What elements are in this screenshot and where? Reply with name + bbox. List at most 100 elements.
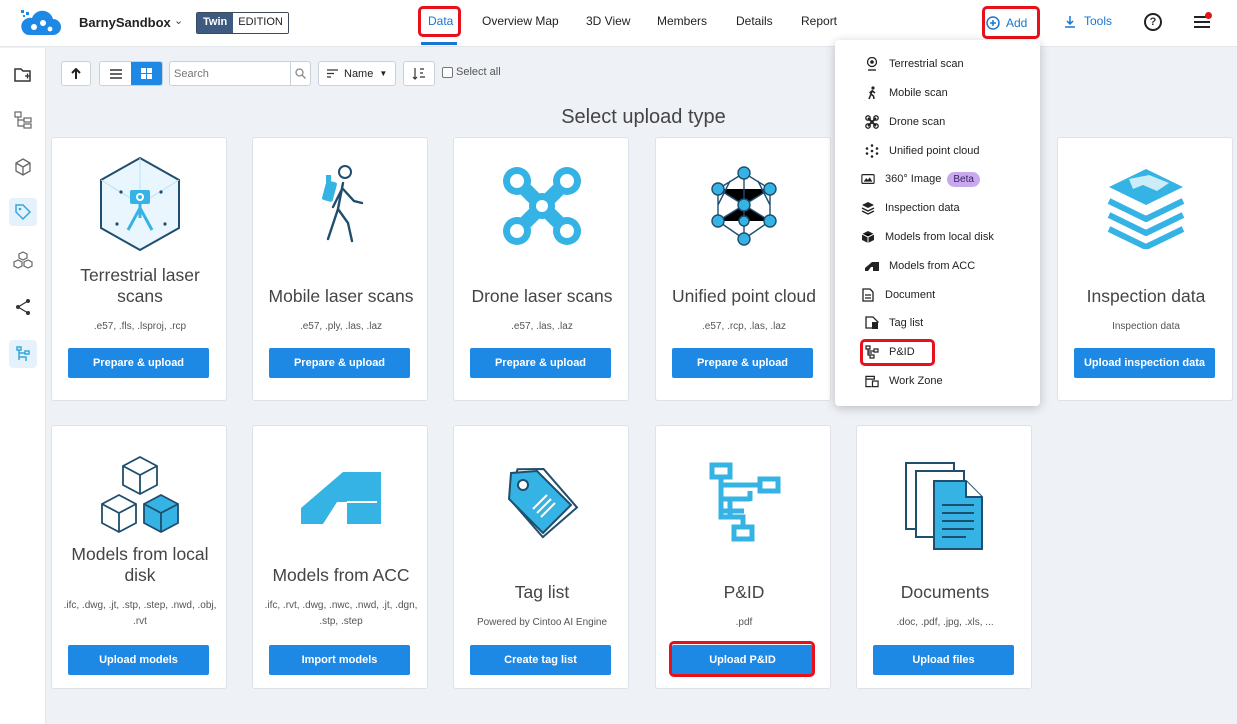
- search-box: [169, 61, 311, 86]
- upload-card-local-models: Models from local disk .ifc, .dwg, .jt, …: [51, 425, 227, 689]
- upload-card-terrestrial: Terrestrial laser scans .e57, .fls, .lsp…: [51, 137, 227, 401]
- upload-files-button[interactable]: Upload files: [873, 645, 1014, 675]
- add-menu-dropdown: Terrestrial scan Mobile scan Drone scan …: [835, 40, 1040, 406]
- view-toggle: [99, 61, 163, 86]
- menu-item-models-local[interactable]: Models from local disk: [861, 226, 994, 248]
- card-formats: .pdf: [735, 617, 753, 628]
- documents-icon: [857, 456, 1033, 556]
- document-icon: [861, 288, 875, 302]
- prepare-upload-button[interactable]: Prepare & upload: [672, 348, 813, 378]
- arrow-up-icon: [71, 67, 81, 79]
- menu-item-drone-scan[interactable]: Drone scan: [865, 111, 945, 133]
- card-title: Inspection data: [1086, 286, 1206, 306]
- walking-person-icon: [253, 156, 429, 256]
- list-icon: [109, 68, 122, 79]
- card-title: Tag list: [514, 582, 570, 602]
- scanner-icon: [865, 57, 879, 71]
- layers-icon: [861, 201, 875, 215]
- upload-card-drone: Drone laser scans .e57, .las, .laz Prepa…: [453, 137, 629, 401]
- cloud-logo-icon[interactable]: [18, 8, 62, 38]
- share-icon[interactable]: [9, 293, 37, 321]
- menu-item-360-image[interactable]: 360° Image Beta: [861, 168, 980, 190]
- menu-item-mobile-scan[interactable]: Mobile scan: [865, 82, 948, 104]
- project-name[interactable]: BarnySandbox: [79, 15, 171, 30]
- tab-details[interactable]: Details: [736, 14, 773, 28]
- card-formats: .e57, .las, .laz: [511, 321, 573, 332]
- menu-item-document[interactable]: Document: [861, 284, 935, 306]
- checkbox-box[interactable]: [442, 66, 453, 78]
- card-formats: .ifc, .rvt, .dwg, .nwc, .nwd, .jt, .dgn,…: [264, 600, 418, 627]
- menu-item-models-acc[interactable]: Models from ACC: [865, 255, 975, 277]
- highlight-box-add: [982, 6, 1040, 39]
- card-formats: .ifc, .dwg, .jt, .stp, .step, .nwd, .obj…: [63, 600, 217, 627]
- card-formats: Inspection data: [1112, 321, 1180, 332]
- menu-item-label: Tag list: [889, 317, 924, 329]
- tab-3d-view[interactable]: 3D View: [586, 14, 630, 28]
- cubes-icon[interactable]: [9, 247, 37, 275]
- card-formats: .e57, .fls, .lsproj, .rcp: [93, 321, 187, 332]
- sort-label: Name: [344, 67, 374, 80]
- search-icon: [295, 68, 306, 79]
- upload-models-button[interactable]: Upload models: [68, 645, 209, 675]
- create-tag-list-button[interactable]: Create tag list: [470, 645, 611, 675]
- upload-card-acc-models: Models from ACC .ifc, .rvt, .dwg, .nwc, …: [252, 425, 428, 689]
- menu-item-terrestrial-scan[interactable]: Terrestrial scan: [865, 53, 964, 75]
- menu-item-label: Document: [885, 289, 936, 301]
- upload-inspection-data-button[interactable]: Upload inspection data: [1074, 348, 1215, 378]
- point-cloud-icon: [656, 156, 832, 256]
- menu-item-work-zone[interactable]: Work Zone: [865, 370, 943, 392]
- tab-overview-map[interactable]: Overview Map: [482, 14, 559, 28]
- tree-view-icon[interactable]: [9, 106, 37, 134]
- upload-card-point-cloud: Unified point cloud .e57, .rcp, .las, .l…: [655, 137, 831, 401]
- upload-up-button[interactable]: [61, 61, 91, 86]
- help-icon[interactable]: ?: [1144, 13, 1162, 31]
- list-view-button[interactable]: [100, 62, 131, 85]
- tab-members[interactable]: Members: [657, 14, 707, 28]
- prepare-upload-button[interactable]: Prepare & upload: [470, 348, 611, 378]
- tag-icon: [454, 456, 630, 556]
- menu-item-tag-list[interactable]: Tag list: [865, 312, 923, 334]
- edition-twin-label: Twin: [197, 13, 234, 33]
- search-button[interactable]: [290, 62, 310, 85]
- page-heading: Select upload type: [561, 106, 726, 128]
- card-formats: .doc, .pdf, .jpg, .xls, ...: [896, 617, 994, 628]
- card-formats: .e57, .rcp, .las, .laz: [702, 321, 786, 332]
- menu-item-unified-point-cloud[interactable]: Unified point cloud: [865, 140, 980, 162]
- cube-icon: [861, 230, 875, 244]
- tools-label: Tools: [1084, 14, 1113, 28]
- edition-label: EDITION: [233, 13, 288, 33]
- top-bar: BarnySandbox ⌄ Twin EDITION Data Overvie…: [0, 0, 1237, 47]
- pid-diagram-icon: [656, 454, 832, 554]
- card-title: Drone laser scans: [471, 286, 613, 306]
- menu-item-inspection-data[interactable]: Inspection data: [861, 197, 960, 219]
- grid-view-button[interactable]: [131, 62, 162, 85]
- active-tab-indicator: [421, 42, 457, 45]
- point-cloud-icon: [865, 144, 879, 158]
- sort-order-button[interactable]: [403, 61, 435, 86]
- tab-report[interactable]: Report: [801, 14, 837, 28]
- prepare-upload-button[interactable]: Prepare & upload: [68, 348, 209, 378]
- acc-logo-icon: [253, 448, 429, 548]
- acc-icon: [865, 259, 879, 273]
- tag-icon: [865, 316, 879, 330]
- import-models-button[interactable]: Import models: [269, 645, 410, 675]
- select-all-label: Select all: [456, 66, 501, 78]
- prepare-upload-button[interactable]: Prepare & upload: [269, 348, 410, 378]
- upload-card-inspection: Inspection data Inspection data Upload i…: [1057, 137, 1233, 401]
- menu-item-label: Models from ACC: [889, 260, 976, 272]
- search-input[interactable]: [170, 62, 290, 85]
- download-icon: [1065, 15, 1075, 28]
- cube-icon[interactable]: [9, 153, 37, 181]
- select-all-checkbox[interactable]: Select all: [442, 66, 501, 78]
- card-title: Documents: [900, 582, 990, 602]
- pid-diagram-icon[interactable]: [9, 340, 37, 368]
- folder-icon[interactable]: [9, 61, 37, 89]
- chevron-down-icon[interactable]: ⌄: [174, 14, 183, 27]
- tools-button[interactable]: Tools: [1064, 14, 1112, 28]
- highlight-box-data-tab: [418, 6, 461, 37]
- sort-lines-icon: [327, 69, 338, 78]
- menu-item-label: Unified point cloud: [889, 145, 980, 157]
- walking-icon: [865, 86, 879, 100]
- sort-dropdown[interactable]: Name ▼: [318, 61, 396, 86]
- tag-icon[interactable]: [9, 198, 37, 226]
